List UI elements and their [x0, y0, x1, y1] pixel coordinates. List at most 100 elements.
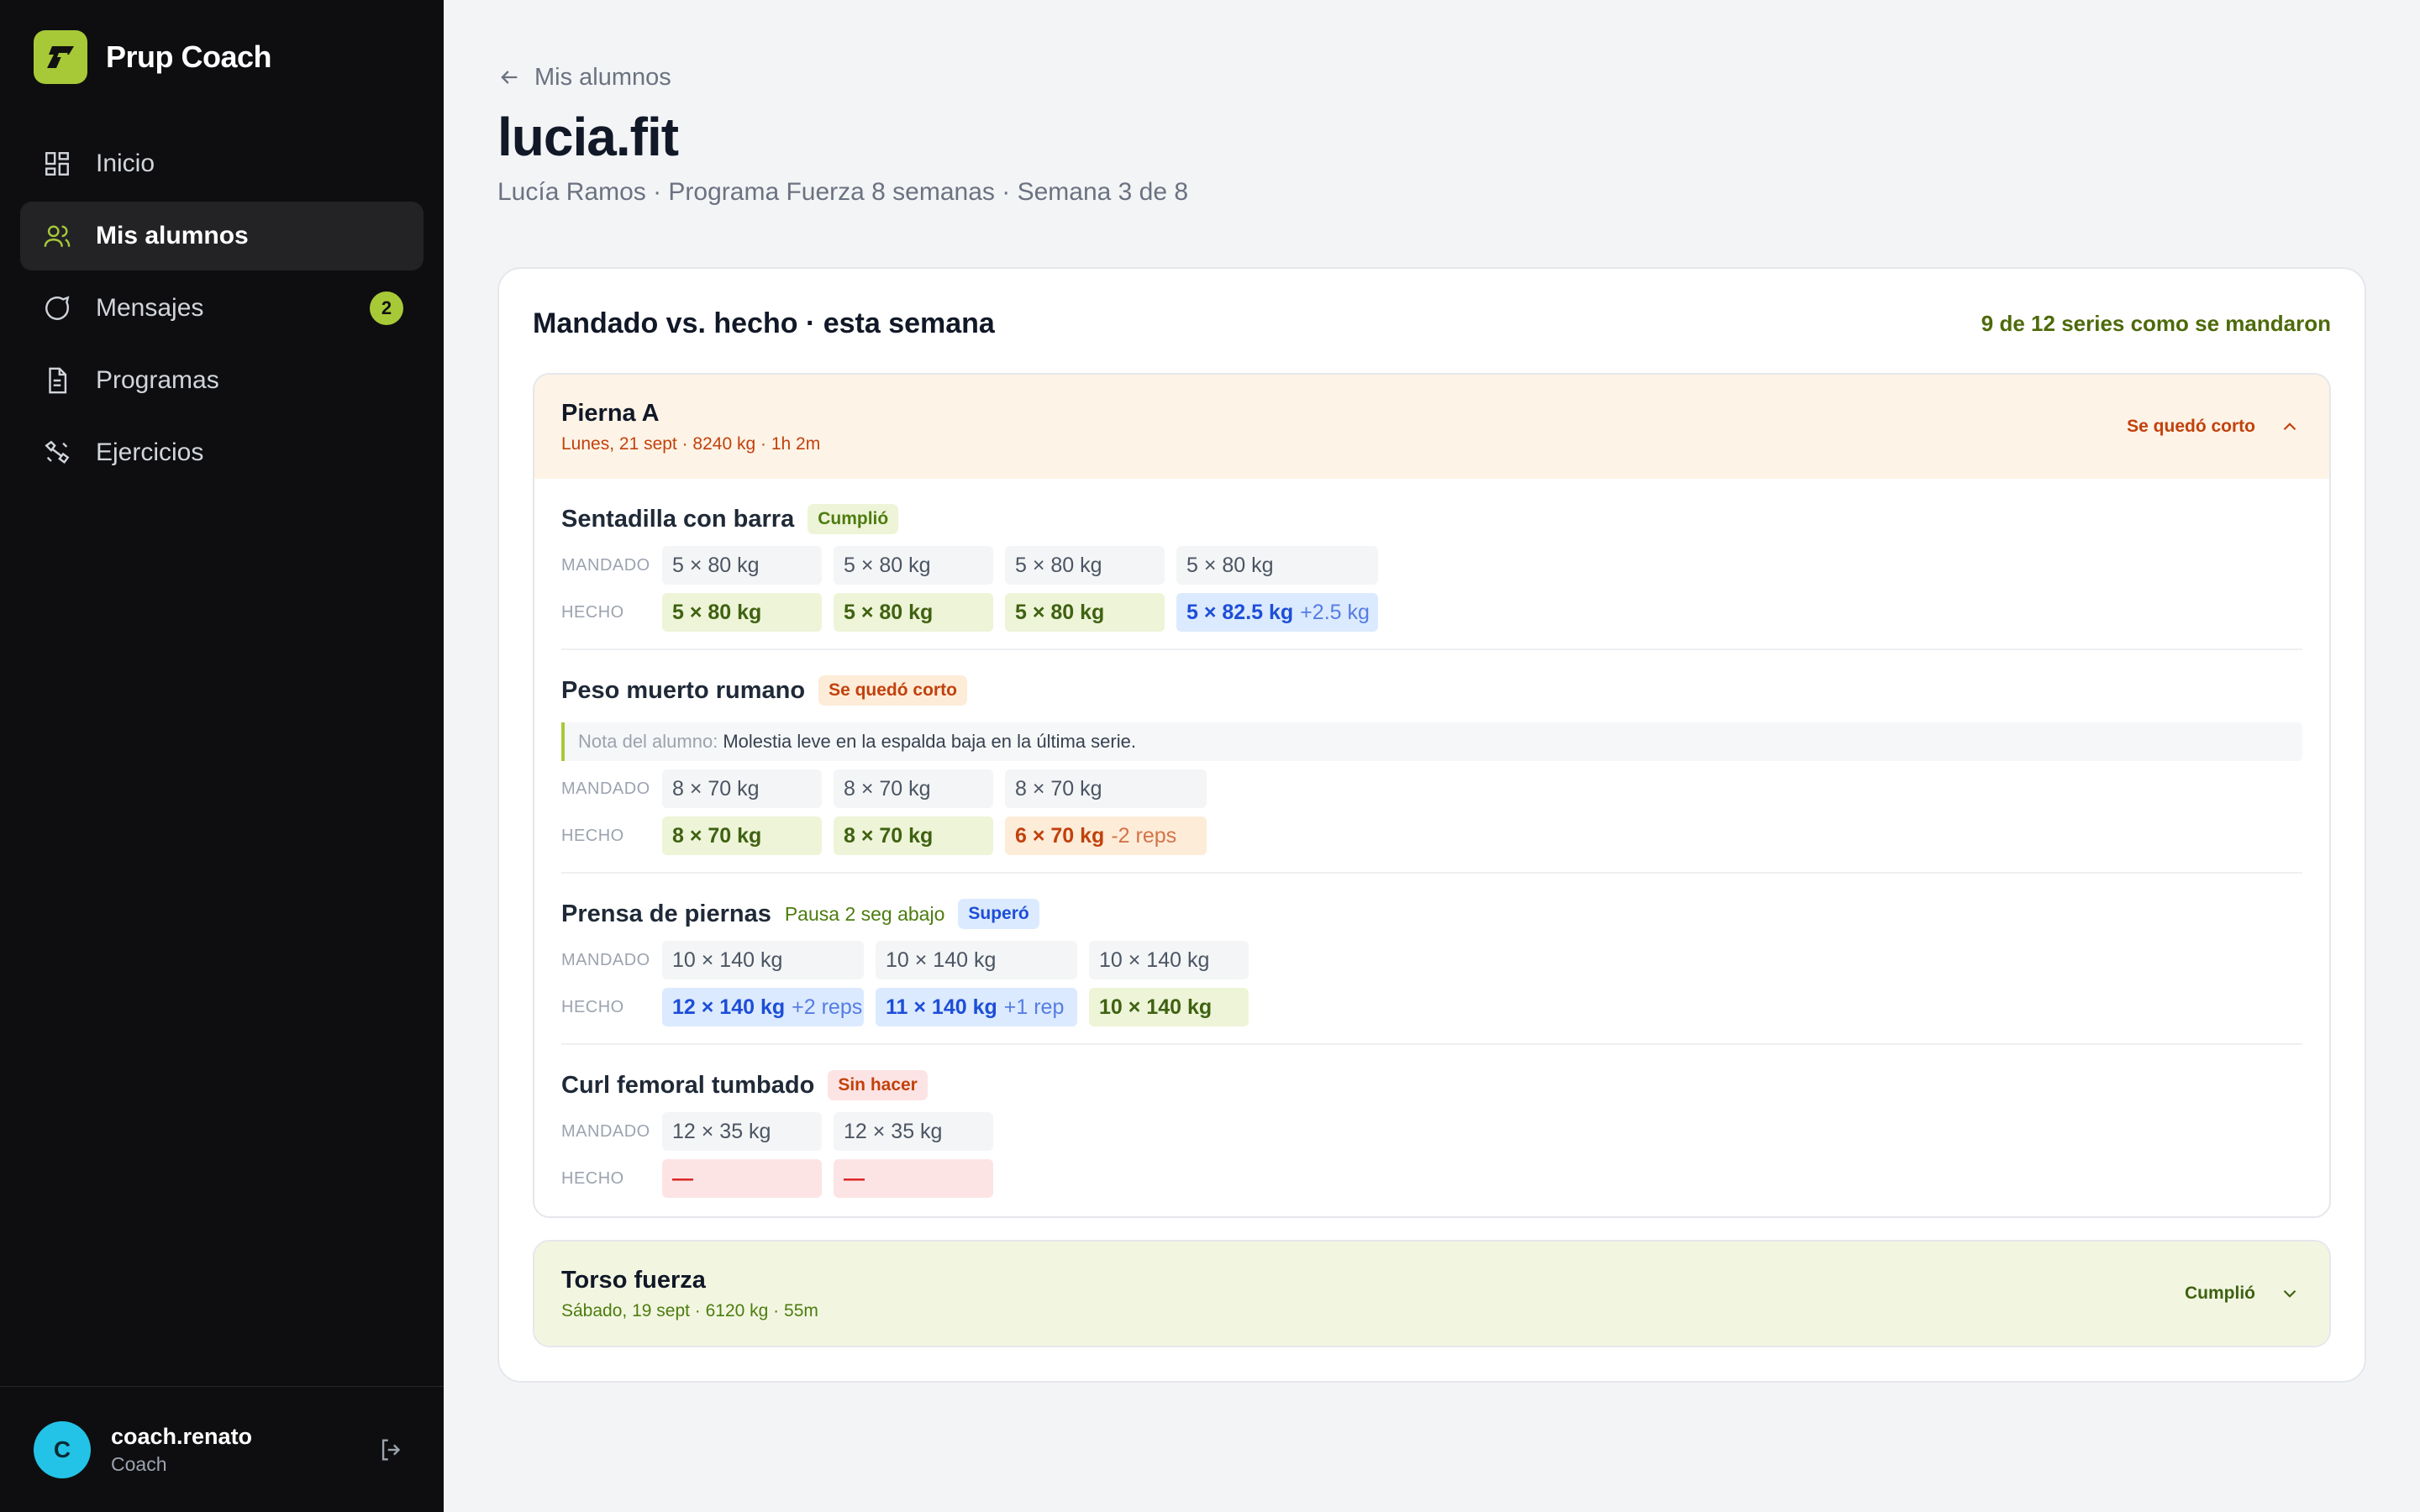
- done-set-value: 12 × 140 kg: [672, 995, 786, 1019]
- card-title: Mandado vs. hecho · esta semana: [533, 307, 995, 339]
- session-status: Cumplió: [2185, 1281, 2302, 1306]
- session-name: Torso fuerza: [561, 1266, 706, 1294]
- exercise-name: Prensa de piernas: [561, 900, 771, 927]
- exercise-header: Curl femoral tumbado Sin hacer: [561, 1067, 2302, 1104]
- session-status-label: Cumplió: [2185, 1284, 2255, 1303]
- done-set: 12 × 140 kg +2 reps: [662, 988, 864, 1026]
- exercise-cue: Pausa 2 seg abajo: [784, 902, 945, 925]
- arrow-left-icon: [497, 65, 523, 90]
- brand-name: Prup Coach: [106, 39, 272, 74]
- exercise-item: Peso muerto rumano Se quedó corto Nota d…: [561, 650, 2302, 874]
- done-label: HECHO: [561, 826, 624, 845]
- done-set-value: —: [844, 1166, 865, 1190]
- session-meta: Lunes, 21 sept · 8240 kg · 1h 2m: [561, 433, 821, 454]
- exercise-header: Sentadilla con barra Cumplió: [561, 501, 2302, 538]
- done-set: 5 × 80 kg: [834, 593, 993, 632]
- done-row: HECHO 12 × 140 kg +2 reps 11 × 140 kg +1 r…: [561, 988, 2302, 1026]
- avatar[interactable]: C: [34, 1420, 91, 1478]
- planned-vs-done-card: Mandado vs. hecho · esta semana 9 de 12 …: [497, 267, 2366, 1383]
- done-set: 10 × 140 kg: [1089, 988, 1249, 1026]
- back-link[interactable]: Mis alumnos: [497, 59, 2366, 96]
- done-set: 5 × 80 kg: [662, 593, 822, 632]
- planned-set: 12 × 35 kg: [834, 1112, 993, 1151]
- planned-label: MANDADO: [561, 555, 650, 575]
- done-set: 5 × 80 kg: [1005, 593, 1165, 632]
- chevron-down-icon[interactable]: [2277, 1281, 2302, 1306]
- logout-icon[interactable]: [373, 1431, 410, 1468]
- planned-set: 5 × 80 kg: [1005, 546, 1165, 585]
- user-role: Coach: [111, 1452, 167, 1475]
- chevron-up-icon[interactable]: [2277, 414, 2302, 439]
- sidebar-item-label: Mensajes: [96, 294, 204, 322]
- sidebar-item-label: Inicio: [96, 150, 155, 177]
- planned-set: 5 × 80 kg: [834, 546, 993, 585]
- planned-row: MANDADO 5 × 80 kg 5 × 80 kg 5 × 80 kg 5 …: [561, 546, 2302, 585]
- done-set-value: 5 × 80 kg: [672, 600, 762, 624]
- card-header: Mandado vs. hecho · esta semana 9 de 12 …: [533, 302, 2331, 344]
- exercise-list: Sentadilla con barra Cumplió MANDADO 5 ×…: [534, 479, 2329, 1216]
- planned-set: 10 × 140 kg: [662, 941, 864, 979]
- planned-set: 8 × 70 kg: [662, 769, 822, 808]
- sidebar-item-mis-alumnos[interactable]: Mis alumnos: [20, 202, 424, 270]
- unread-badge: 2: [370, 291, 403, 325]
- sidebar-item-label: Programas: [96, 366, 219, 394]
- done-set-delta: -2 reps: [1111, 823, 1177, 848]
- done-set: 5 × 82.5 kg +2.5 kg: [1176, 593, 1378, 632]
- session-header[interactable]: Torso fuerza Sábado, 19 sept · 6120 kg ·…: [534, 1242, 2329, 1346]
- done-set-delta: +2 reps: [792, 995, 863, 1019]
- planned-row: MANDADO 8 × 70 kg 8 × 70 kg 8 × 70 kg: [561, 769, 2302, 808]
- done-row: HECHO 5 × 80 kg 5 × 80 kg 5 × 80 kg 5 × …: [561, 593, 2302, 632]
- exercise-name: Peso muerto rumano: [561, 676, 806, 704]
- planned-row: MANDADO 10 × 140 kg 10 × 140 kg 10 × 140…: [561, 941, 2302, 979]
- sidebar-item-inicio[interactable]: Inicio: [20, 129, 424, 198]
- exercise-name: Curl femoral tumbado: [561, 1071, 815, 1099]
- sidebar-item-programas[interactable]: Programas: [20, 346, 424, 415]
- done-set: 8 × 70 kg: [834, 816, 993, 855]
- exercise-header: Peso muerto rumano Se quedó corto: [561, 672, 2302, 709]
- back-link-label: Mis alumnos: [534, 63, 671, 91]
- done-set-delta: +1 rep: [1003, 995, 1065, 1019]
- done-label: HECHO: [561, 1168, 624, 1188]
- done-row: HECHO — —: [561, 1159, 2302, 1198]
- grid-icon: [40, 147, 74, 181]
- status-badge: Superó: [958, 899, 1039, 929]
- dumbbell-icon: [40, 436, 74, 470]
- done-set-value: 5 × 82.5 kg: [1186, 600, 1294, 624]
- sidebar-item-mensajes[interactable]: Mensajes 2: [20, 274, 424, 343]
- done-label: HECHO: [561, 602, 624, 622]
- sidebar-item-label: Ejercicios: [96, 438, 204, 466]
- brand[interactable]: Prup Coach: [34, 29, 444, 86]
- exercise-item: Prensa de piernas Pausa 2 seg abajo Supe…: [561, 874, 2302, 1045]
- done-set: 8 × 70 kg: [662, 816, 822, 855]
- document-icon: [40, 364, 74, 397]
- planned-set: 10 × 140 kg: [1089, 941, 1249, 979]
- planned-label: MANDADO: [561, 1121, 650, 1141]
- page-subtitle: Lucía Ramos · Programa Fuerza 8 semanas …: [497, 178, 1189, 206]
- done-set-value: 8 × 70 kg: [844, 823, 934, 848]
- student-note-label: Nota del alumno:: [578, 731, 718, 752]
- session-pierna-a: Pierna A Lunes, 21 sept · 8240 kg · 1h 2…: [533, 373, 2331, 1218]
- planned-set: 8 × 70 kg: [834, 769, 993, 808]
- exercise-name: Sentadilla con barra: [561, 505, 795, 533]
- session-name: Pierna A: [561, 399, 660, 427]
- done-set-value: 10 × 140 kg: [1099, 995, 1213, 1019]
- done-set: 6 × 70 kg -2 reps: [1005, 816, 1207, 855]
- sidebar-item-ejercicios[interactable]: Ejercicios: [20, 418, 424, 487]
- user-meta: coach.renato Coach: [111, 1424, 373, 1476]
- status-badge: Se quedó corto: [818, 675, 967, 706]
- status-badge: Cumplió: [808, 504, 899, 534]
- main-content: Mis alumnos lucia.fit Lucía Ramos · Prog…: [444, 0, 2420, 1512]
- planned-set: 5 × 80 kg: [662, 546, 822, 585]
- done-label: HECHO: [561, 997, 624, 1016]
- exercise-header: Prensa de piernas Pausa 2 seg abajo Supe…: [561, 895, 2302, 932]
- session-status: Se quedó corto: [2127, 414, 2302, 439]
- status-badge: Sin hacer: [828, 1070, 928, 1100]
- compliance-summary: 9 de 12 series como se mandaron: [1981, 310, 2331, 336]
- users-icon: [40, 219, 74, 253]
- done-set: —: [662, 1159, 822, 1198]
- session-torso-fuerza: Torso fuerza Sábado, 19 sept · 6120 kg ·…: [533, 1240, 2331, 1347]
- exercise-item: Sentadilla con barra Cumplió MANDADO 5 ×…: [561, 479, 2302, 650]
- user-panel: C coach.renato Coach: [0, 1386, 444, 1512]
- done-row: HECHO 8 × 70 kg 8 × 70 kg 6 × 70 kg -2 re…: [561, 816, 2302, 855]
- session-header[interactable]: Pierna A Lunes, 21 sept · 8240 kg · 1h 2…: [534, 375, 2329, 479]
